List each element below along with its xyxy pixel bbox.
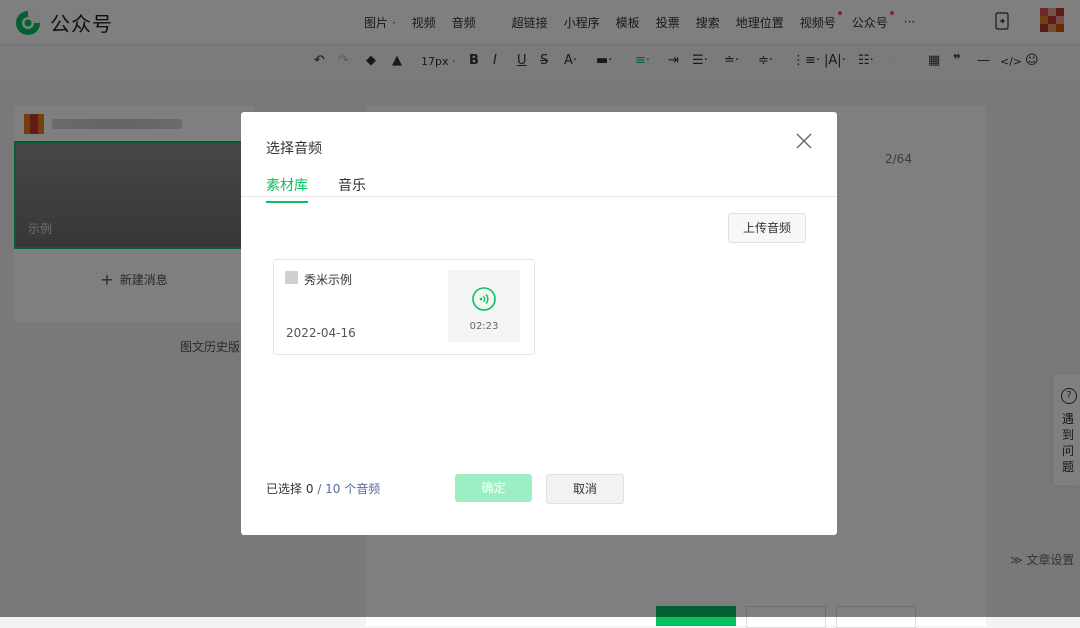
audio-duration: 02:23 xyxy=(469,321,499,332)
tab-material-library[interactable]: 素材库 xyxy=(266,175,308,203)
select-audio-dialog: 选择音频 素材库 音乐 上传音频 秀米示例 2022-04-16 02:23 已… xyxy=(241,112,837,535)
close-icon[interactable] xyxy=(794,131,814,151)
tab-music[interactable]: 音乐 xyxy=(338,175,366,201)
selection-status: 已选择 0 / 10 个音频 xyxy=(266,480,380,497)
audio-checkbox[interactable] xyxy=(285,271,298,284)
dialog-tabs: 素材库 音乐 xyxy=(241,168,837,203)
upload-audio-button[interactable]: 上传音频 xyxy=(728,213,806,243)
selection-limit: / 10 个音频 xyxy=(317,482,381,496)
audio-thumbnail[interactable]: 02:23 xyxy=(448,270,520,342)
audio-name: 秀米示例 xyxy=(304,273,353,287)
audio-date: 2022-04-16 xyxy=(286,326,356,340)
confirm-button[interactable]: 确定 xyxy=(455,474,532,502)
selection-prefix: 已选择 xyxy=(266,482,303,496)
selection-count: 0 xyxy=(305,482,314,496)
dialog-title: 选择音频 xyxy=(266,141,322,157)
cancel-button[interactable]: 取消 xyxy=(546,474,624,504)
audio-item[interactable]: 秀米示例 2022-04-16 02:23 xyxy=(273,259,535,355)
audio-wave-icon[interactable] xyxy=(472,287,496,311)
